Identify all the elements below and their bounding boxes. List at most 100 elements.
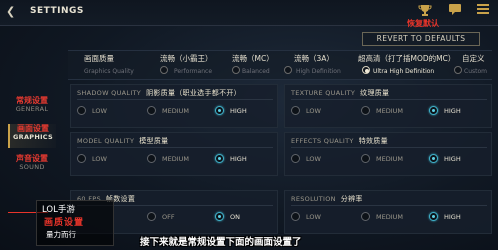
preset-custom[interactable]: 自定义 Custom xyxy=(454,53,487,75)
option-label: MEDIUM xyxy=(376,155,404,163)
nav-label-zh: 常规设置 xyxy=(16,96,48,105)
nav-label-en: GENERAL xyxy=(15,105,49,113)
radio[interactable] xyxy=(147,154,156,163)
option-label: HIGH xyxy=(230,107,247,115)
preset-label-zh: 流畅（3A） xyxy=(294,54,334,63)
nav-label-en: GRAPHICS xyxy=(13,133,53,141)
radio-selected[interactable] xyxy=(429,212,438,221)
preset-label-en: Performance xyxy=(174,68,213,75)
radio-selected[interactable] xyxy=(429,154,438,163)
option-label: HIGH xyxy=(230,155,247,163)
option-label: HIGH xyxy=(444,213,461,221)
preset-radio[interactable] xyxy=(232,66,240,74)
panel-title-zh: 分辨率 xyxy=(340,195,363,203)
reset-default-label[interactable]: 恢复默认 xyxy=(407,18,439,29)
option-label: MEDIUM xyxy=(376,213,404,221)
video-subtitle: 接下来就是常规设置下面的画面设置了 xyxy=(140,237,302,248)
preset-header: 画面质量 Graphics Quality xyxy=(84,53,134,75)
setting-panel-texture-quality: TEXTURE QUALITY 纹理质量 LOW MEDIUM HIGH xyxy=(284,84,492,128)
menu-icon[interactable] xyxy=(474,3,492,18)
preset-label-en: Custom xyxy=(464,68,487,75)
radio[interactable] xyxy=(147,212,156,221)
watermark-tagline: 量力而行 xyxy=(46,230,76,239)
preset-label-zh: 流畅（小霸王） xyxy=(160,54,213,63)
panel-title: MODEL QUALITY 模型质量 xyxy=(77,136,168,146)
panel-title-zh: 模型质量 xyxy=(139,137,169,145)
watermark-topic: 画质设置 xyxy=(44,218,85,228)
option-label: LOW xyxy=(306,213,321,221)
radio-selected[interactable] xyxy=(215,154,224,163)
panel-title: RESOLUTION 分辨率 xyxy=(291,194,363,204)
divider xyxy=(291,99,487,100)
panel-title-zh: 特效质量 xyxy=(358,137,388,145)
nav-label-en: SOUND xyxy=(19,163,45,171)
nav-item-general[interactable]: 常规设置 GENERAL xyxy=(8,96,56,120)
option-label: HIGH xyxy=(444,107,461,115)
panel-title: EFFECTS QUALITY 特效质量 xyxy=(291,136,388,146)
radio-selected[interactable] xyxy=(215,212,224,221)
option-label: MEDIUM xyxy=(162,107,190,115)
option-label: LOW xyxy=(306,107,321,115)
preset-performance[interactable]: 流畅（小霸王） Performance xyxy=(160,53,213,75)
preset-balanced[interactable]: 流畅（MC） Balanced xyxy=(232,53,274,75)
divider xyxy=(77,99,273,100)
preset-ultra-high-definition[interactable]: 超高清（打了插MOD的MC） Ultra High Definition xyxy=(358,53,455,75)
divider xyxy=(291,147,487,148)
back-chevron-icon[interactable]: ❮ xyxy=(6,5,15,18)
radio[interactable] xyxy=(361,212,370,221)
option-label: ON xyxy=(230,213,240,221)
panel-title-en: MODEL QUALITY xyxy=(77,137,135,145)
nav-label-zh: 声音设置 xyxy=(16,154,48,163)
option-label: LOW xyxy=(306,155,321,163)
preset-high-definition[interactable]: 流畅（3A） High Definition xyxy=(284,53,341,75)
nav-item-sound[interactable]: 声音设置 SOUND xyxy=(8,154,56,178)
option-label: MEDIUM xyxy=(376,107,404,115)
option-label: HIGH xyxy=(444,155,461,163)
option-label: OFF xyxy=(162,213,175,221)
preset-label-en: Balanced xyxy=(242,68,270,75)
watermark-title: LOL手游 xyxy=(42,205,75,215)
preset-label-zh: 超高清（打了插MOD的MC） xyxy=(358,54,456,63)
panel-title-en: TEXTURE QUALITY xyxy=(291,89,356,97)
revert-defaults-button[interactable]: REVERT TO DEFAULTS xyxy=(362,32,480,46)
radio-selected[interactable] xyxy=(215,106,224,115)
radio-selected[interactable] xyxy=(429,106,438,115)
panel-title-en: EFFECTS QUALITY xyxy=(291,137,354,145)
chat-icon[interactable] xyxy=(446,3,464,18)
radio[interactable] xyxy=(77,106,86,115)
panel-title-en: SHADOW QUALITY xyxy=(77,89,142,97)
preset-label-en: Graphics Quality xyxy=(84,68,134,75)
page-title: SETTINGS xyxy=(30,6,84,16)
preset-label-zh: 流畅（MC） xyxy=(232,54,274,63)
divider xyxy=(291,205,487,206)
preset-radio[interactable] xyxy=(160,66,168,74)
radio[interactable] xyxy=(291,106,300,115)
panel-title-en: RESOLUTION xyxy=(291,195,336,203)
radio[interactable] xyxy=(147,106,156,115)
radio[interactable] xyxy=(291,212,300,221)
setting-panel-shadow-quality: SHADOW QUALITY 阴影质量（职业选手都不开） LOW MEDIUM H… xyxy=(70,84,278,128)
panel-title-zh: 纹理质量 xyxy=(360,89,390,97)
radio[interactable] xyxy=(291,154,300,163)
divider xyxy=(77,147,273,148)
panel-title-zh: 阴影质量（职业选手都不开） xyxy=(146,89,241,97)
radio[interactable] xyxy=(361,154,370,163)
setting-panel-model-quality: MODEL QUALITY 模型质量 LOW MEDIUM HIGH xyxy=(70,132,278,176)
nav-item-graphics[interactable]: 画面设置 GRAPHICS xyxy=(8,124,56,148)
setting-panel-effects-quality: EFFECTS QUALITY 特效质量 LOW MEDIUM HIGH xyxy=(284,132,492,176)
panel-title: SHADOW QUALITY 阴影质量（职业选手都不开） xyxy=(77,88,241,98)
preset-label-en: Ultra High Definition xyxy=(373,68,435,75)
radio[interactable] xyxy=(77,154,86,163)
preset-label-en: High Definition xyxy=(296,68,341,75)
preset-radio[interactable] xyxy=(284,66,292,74)
option-label: LOW xyxy=(92,155,107,163)
preset-radio-selected[interactable] xyxy=(362,66,370,74)
panel-title: TEXTURE QUALITY 纹理质量 xyxy=(291,88,389,98)
trophy-icon[interactable] xyxy=(416,3,434,18)
preset-radio[interactable] xyxy=(454,66,462,74)
option-label: LOW xyxy=(92,107,107,115)
nav-label-zh: 画面设置 xyxy=(17,124,49,133)
preset-label-zh: 自定义 xyxy=(462,54,485,63)
radio[interactable] xyxy=(361,106,370,115)
setting-panel-resolution: RESOLUTION 分辨率 LOW MEDIUM HIGH xyxy=(284,190,492,234)
